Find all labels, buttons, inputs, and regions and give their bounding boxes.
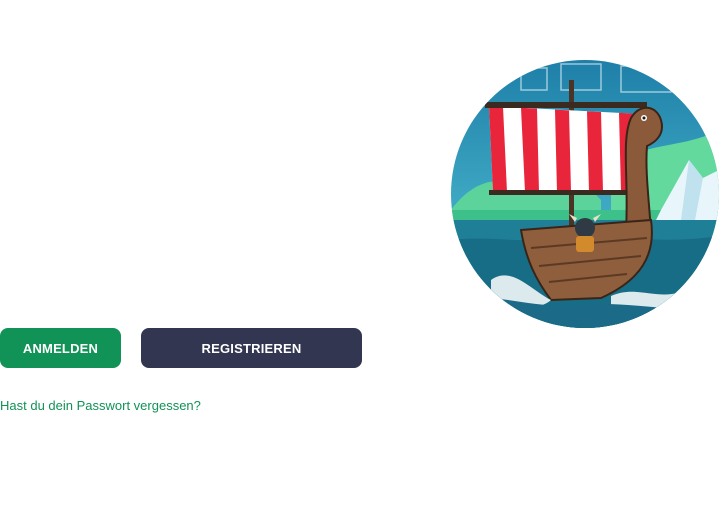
login-button[interactable]: ANMELDEN <box>0 328 121 368</box>
auth-page: ANMELDEN REGISTRIEREN Hast du dein Passw… <box>0 0 719 530</box>
register-button[interactable]: REGISTRIEREN <box>141 328 362 368</box>
viking-ship-illustration <box>451 60 719 328</box>
forgot-password-link[interactable]: Hast du dein Passwort vergessen? <box>0 398 201 413</box>
